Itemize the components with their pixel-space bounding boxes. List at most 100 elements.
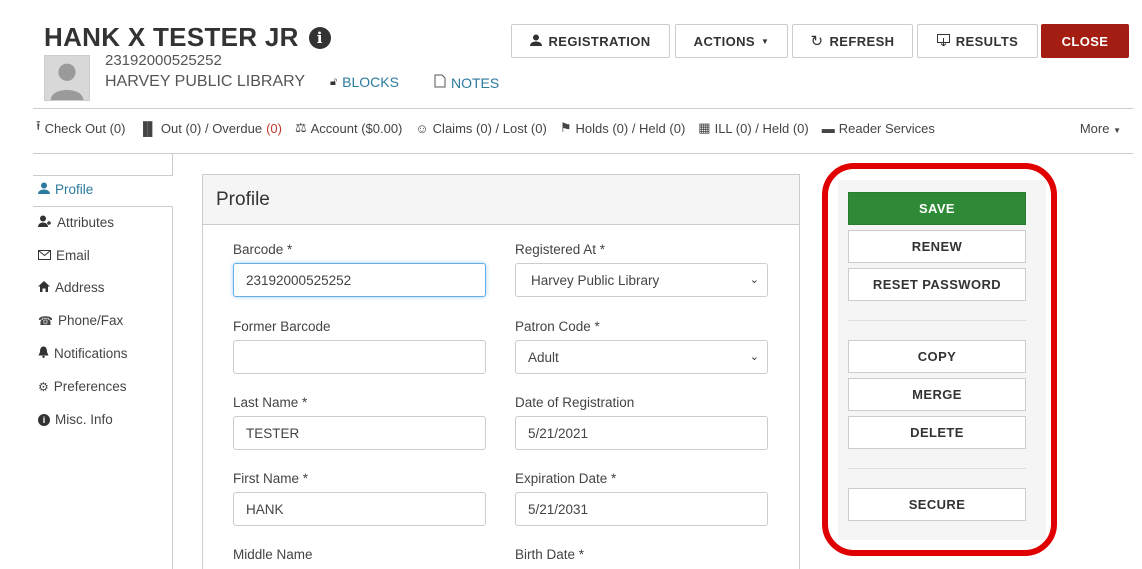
header-divider: [33, 108, 1133, 109]
expiration-date-label: Expiration Date *: [515, 471, 617, 486]
close-label: CLOSE: [1061, 33, 1109, 49]
more-dropdown[interactable]: More ▼: [1080, 121, 1121, 136]
sidebar-item-notifications[interactable]: Notifications: [38, 346, 128, 361]
renew-label: RENEW: [911, 239, 963, 254]
tab-account-label: Account ($0.00): [310, 120, 403, 136]
flag-icon: ⚑: [559, 120, 572, 135]
renew-button[interactable]: RENEW: [848, 230, 1026, 263]
sidebar-item-label: Email: [56, 248, 90, 263]
tab-ill[interactable]: ▦ ILL (0) / Held (0): [698, 120, 808, 136]
save-button[interactable]: SAVE: [848, 192, 1026, 225]
money-icon: ⚖: [294, 120, 307, 135]
overdue-count: (0): [266, 120, 282, 136]
last-name-value: TESTER: [246, 425, 300, 441]
blocks-link[interactable]: 🔓︎ BLOCKS: [330, 74, 399, 90]
info-circle-icon: i: [38, 413, 50, 426]
actions-dropdown[interactable]: ACTIONS ▼: [675, 24, 788, 58]
secure-label: SECURE: [908, 497, 966, 512]
caret-down-icon: ▼: [1113, 126, 1121, 135]
tab-claims-label: Claims (0) / Lost (0): [432, 120, 547, 136]
delete-button[interactable]: DELETE: [848, 416, 1026, 449]
sidebar-item-label: Profile: [55, 182, 94, 197]
tab-account[interactable]: ⚖ Account ($0.00): [295, 120, 402, 136]
sidebar-item-address[interactable]: Address: [38, 280, 105, 295]
barcode-input[interactable]: 23192000525252: [233, 263, 486, 297]
tab-checkout-label: Check Out (0): [44, 120, 126, 136]
sidebar-item-label: Phone/Fax: [57, 313, 124, 328]
sidebar-item-attributes[interactable]: Attributes: [38, 215, 114, 230]
copy-button[interactable]: COPY: [848, 340, 1026, 373]
info-icon[interactable]: i: [308, 26, 331, 49]
home-icon: [38, 280, 50, 295]
registered-at-select[interactable]: Harvey Public Library ⌄: [515, 263, 768, 297]
tab-holds[interactable]: ⚑ Holds (0) / Held (0): [560, 120, 685, 136]
patron-barcode: 23192000525252: [105, 52, 222, 69]
sidebar-item-profile[interactable]: Profile: [38, 182, 93, 197]
former-barcode-input[interactable]: [233, 340, 486, 374]
first-name-label: First Name *: [233, 471, 309, 486]
delete-label: DELETE: [910, 425, 964, 440]
patron-name: HANK X TESTER JR i: [44, 22, 331, 53]
sidebar-item-email[interactable]: Email: [38, 248, 90, 263]
sidebar-item-label: Address: [55, 280, 105, 295]
patron-code-label: Patron Code *: [515, 319, 600, 334]
card-icon: ▬: [821, 120, 835, 136]
registration-date-input[interactable]: 5/21/2021: [515, 416, 768, 450]
smile-icon: ☺: [415, 120, 429, 136]
reset-password-button[interactable]: RESET PASSWORD: [848, 268, 1026, 301]
tab-checkout[interactable]: ⭱ Check Out (0): [36, 117, 125, 139]
ill-icon: ▦: [698, 120, 711, 135]
copy-label: COPY: [917, 349, 957, 364]
unlock-icon: 🔓︎: [330, 75, 338, 88]
tab-reader-services-label: Reader Services: [838, 120, 935, 136]
sidebar-item-label: Notifications: [54, 346, 128, 361]
refresh-label: REFRESH: [829, 33, 895, 49]
circulation-tabs: ⭱ Check Out (0) ▐▌ Out (0) / Overdue (0)…: [36, 118, 948, 138]
user-icon: [530, 34, 543, 49]
chevron-down-icon: ⌄: [749, 274, 759, 286]
sidebar-item-preferences[interactable]: ⚙ Preferences: [38, 379, 127, 394]
phone-icon: ☎: [38, 313, 53, 328]
tab-reader-services[interactable]: ▬ Reader Services: [822, 121, 935, 136]
patron-library: HARVEY PUBLIC LIBRARY: [105, 73, 306, 90]
tab-items-out[interactable]: ▐▌ Out (0) / Overdue (0): [138, 121, 281, 136]
sidebar-item-misc-info[interactable]: i Misc. Info: [38, 412, 113, 427]
notes-link[interactable]: NOTES: [434, 74, 499, 91]
nav-border: [172, 206, 173, 569]
registration-date-value: 5/21/2021: [528, 425, 589, 441]
sidebar-item-phone[interactable]: ☎ Phone/Fax: [38, 313, 123, 328]
last-name-input[interactable]: TESTER: [233, 416, 486, 450]
tab-ill-label: ILL (0) / Held (0): [714, 120, 809, 136]
upload-icon: ⭱: [36, 118, 41, 133]
actions-label: ACTIONS: [693, 33, 755, 49]
first-name-input[interactable]: HANK: [233, 492, 486, 526]
secure-button[interactable]: SECURE: [848, 488, 1026, 521]
binoculars-icon: ▐▌: [138, 120, 157, 136]
tab-claims[interactable]: ☺ Claims (0) / Lost (0): [415, 121, 546, 136]
middle-name-label: Middle Name: [233, 547, 313, 562]
merge-label: MERGE: [912, 387, 962, 402]
patron-name-text: HANK X TESTER JR: [44, 22, 299, 52]
refresh-icon: ↻: [810, 33, 824, 50]
sidebar-item-label: Attributes: [57, 215, 115, 230]
merge-button[interactable]: MERGE: [848, 378, 1026, 411]
avatar: [44, 55, 90, 101]
chevron-down-icon: ⌄: [749, 351, 759, 363]
side-separator: [848, 320, 1026, 321]
refresh-button[interactable]: ↻ REFRESH: [792, 24, 913, 58]
registration-button[interactable]: REGISTRATION: [511, 24, 670, 58]
gears-icon: ⚙: [38, 379, 49, 394]
last-name-label: Last Name *: [233, 395, 308, 410]
expiration-date-input[interactable]: 5/21/2031: [515, 492, 768, 526]
reset-password-label: RESET PASSWORD: [872, 277, 1002, 292]
close-button[interactable]: CLOSE: [1041, 24, 1129, 58]
results-button[interactable]: RESULTS: [917, 24, 1038, 58]
sidebar-item-label: Preferences: [53, 379, 127, 394]
patron-code-select[interactable]: Adult ⌄: [515, 340, 768, 374]
notes-label: NOTES: [451, 74, 500, 91]
birth-date-label: Birth Date *: [515, 547, 585, 562]
panel-title: Profile: [203, 175, 799, 225]
tab-items-out-label: Out (0) / Overdue: [160, 120, 263, 136]
user-icon: [38, 182, 50, 197]
barcode-value: 23192000525252: [246, 272, 352, 288]
